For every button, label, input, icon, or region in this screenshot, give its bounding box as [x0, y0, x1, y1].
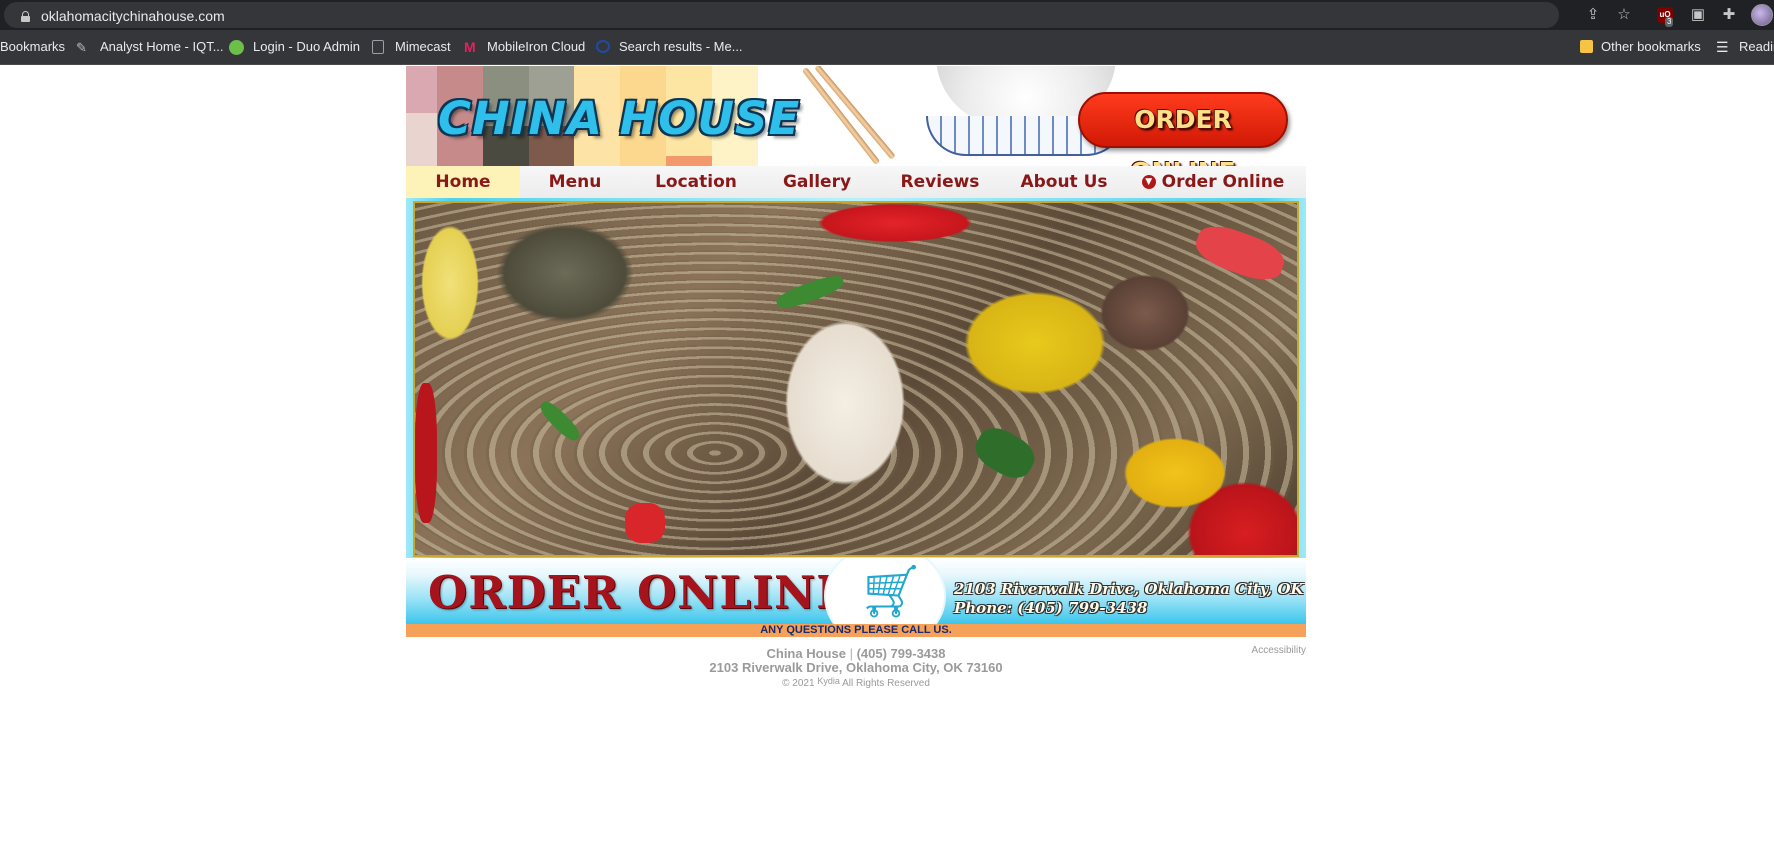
bookmark-item[interactable]: Login - Duo Admin	[253, 39, 360, 54]
bookmark-item[interactable]: Search results - Me...	[619, 39, 743, 54]
footer-contact-line: China House | (405) 799-3438	[406, 646, 1306, 661]
url-text[interactable]: oklahomacitychinahouse.com	[41, 8, 225, 24]
address-bar[interactable]: oklahomacitychinahouse.com	[4, 2, 1559, 28]
other-bookmarks[interactable]: Other bookmarks	[1601, 39, 1701, 54]
promo-address: 2103 Riverwalk Drive, Oklahoma City, OK …	[954, 580, 1306, 598]
all-rights-reserved: All Rights Reserved	[842, 678, 930, 689]
nav-gallery[interactable]: Gallery	[762, 166, 872, 198]
food-photo	[413, 201, 1299, 557]
call-us-notice: ANY QUESTIONS PLEASE CALL US.	[406, 624, 1306, 637]
profile-avatar[interactable]	[1751, 4, 1773, 26]
bookmark-item[interactable]: MobileIron Cloud	[487, 39, 585, 54]
china-house-logo[interactable]: CHINA HOUSE	[438, 92, 800, 145]
bookmark-item[interactable]: Analyst Home - IQT...	[100, 39, 224, 54]
bookmarks-bar: Bookmarks ✎ Analyst Home - IQT... Login …	[0, 30, 1774, 65]
kydia-brand-link[interactable]: Kydia	[817, 676, 840, 686]
duo-icon	[229, 40, 244, 55]
copyright: © 2021	[782, 678, 815, 689]
nav-order-online-label: Order Online	[1161, 172, 1285, 192]
folder-icon	[1580, 40, 1593, 53]
order-online-banner[interactable]: ORDER ONLINE 🛒︎ 2103 Riverwalk Drive, Ok…	[406, 558, 1306, 624]
hero-banner	[406, 198, 1306, 558]
reading-list[interactable]: Readin	[1739, 39, 1774, 54]
browser-toolbar: oklahomacitychinahouse.com ⇪ ☆ uO 3 ▣ ✚	[0, 0, 1774, 30]
reading-list-icon: ☰	[1716, 39, 1729, 55]
bookmark-item[interactable]: Mimecast	[395, 39, 451, 54]
mobileiron-icon: M	[464, 39, 476, 55]
shopping-cart-icon: 🛒︎	[858, 563, 925, 621]
chopstick-image	[814, 66, 896, 160]
footer-phone[interactable]: (405) 799-3438	[857, 646, 946, 661]
share-icon[interactable]: ⇪	[1584, 6, 1602, 24]
accessibility-link[interactable]: Accessibility	[1252, 645, 1306, 656]
lock-icon[interactable]	[21, 11, 30, 22]
nav-home[interactable]: Home	[406, 166, 520, 198]
footer-copyright-line: © 2021 Kydia All Rights Reserved	[406, 676, 1306, 689]
website: CHINA HOUSE ORDER ONLINE Home Menu Locat…	[406, 66, 1306, 707]
site-footer: China House | (405) 799-3438 2103 Riverw…	[406, 637, 1306, 707]
site-header: CHINA HOUSE ORDER ONLINE	[406, 66, 1306, 166]
mimecast-icon	[372, 40, 384, 54]
footer-name: China House	[766, 646, 846, 661]
main-nav: Home Menu Location Gallery Reviews About…	[406, 166, 1306, 198]
extension-badge: 3	[1665, 17, 1674, 27]
order-online-icon: ▼	[1141, 175, 1156, 189]
extensions-puzzle-icon[interactable]: ✚	[1720, 6, 1738, 24]
nav-order-online[interactable]: ▼ Order Online	[1120, 166, 1306, 198]
chopstick-image	[801, 66, 881, 166]
analyst-tool-icon: ✎	[76, 40, 87, 55]
nav-reviews[interactable]: Reviews	[872, 166, 1008, 198]
search-results-icon	[596, 40, 610, 53]
nav-location[interactable]: Location	[630, 166, 762, 198]
order-online-button[interactable]: ORDER ONLINE	[1078, 92, 1288, 166]
tab-search-icon[interactable]: ▣	[1689, 6, 1707, 24]
promo-phone: Phone: (405) 799-3438	[954, 599, 1148, 617]
nav-menu[interactable]: Menu	[520, 166, 630, 198]
footer-separator: |	[849, 646, 853, 661]
footer-address: 2103 Riverwalk Drive, Oklahoma City, OK …	[709, 660, 1003, 675]
bookmark-item[interactable]: Bookmarks	[0, 39, 65, 54]
star-icon[interactable]: ☆	[1615, 6, 1633, 24]
order-online-title: ORDER ONLINE	[428, 566, 852, 619]
nav-about-us[interactable]: About Us	[1008, 166, 1120, 198]
